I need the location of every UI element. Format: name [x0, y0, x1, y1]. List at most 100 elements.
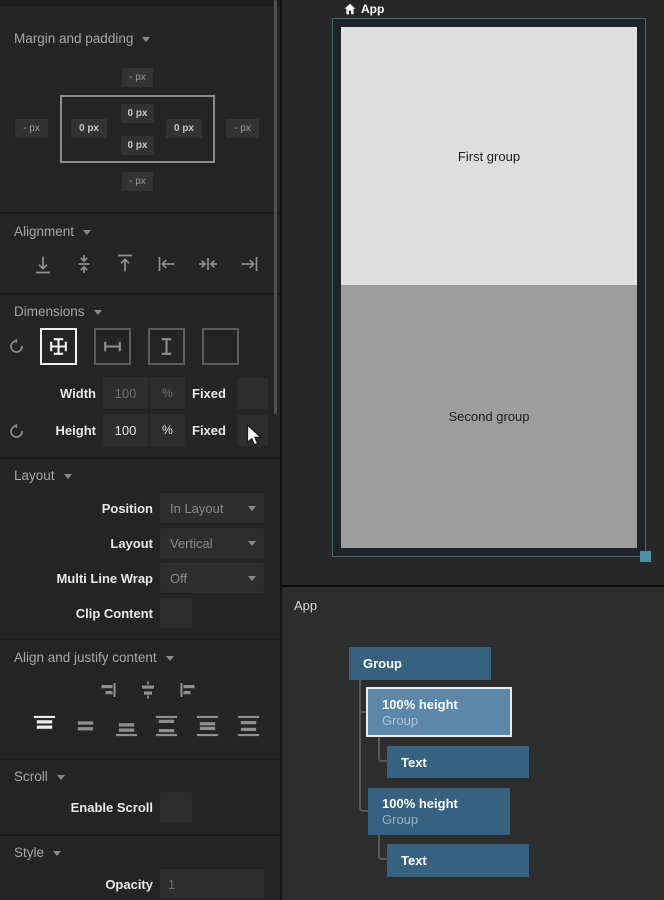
- chevron-down-icon: [64, 474, 72, 479]
- justify-end-icon[interactable]: [114, 714, 139, 738]
- section-header-dimensions[interactable]: Dimensions: [14, 302, 102, 320]
- tree-node-label: Group: [363, 656, 491, 671]
- section-header-alignment[interactable]: Alignment: [14, 222, 91, 240]
- padding-left-field[interactable]: 0 px: [71, 119, 107, 138]
- layout-dropdown[interactable]: Vertical: [160, 528, 264, 558]
- screen-label[interactable]: App: [344, 1, 384, 17]
- tree-node-100-height-group[interactable]: 100% height Group: [368, 788, 510, 835]
- tree-node-label: 100% height: [382, 796, 510, 811]
- height-input[interactable]: [103, 414, 148, 446]
- align-content-right-icon[interactable]: [99, 681, 117, 699]
- opacity-input[interactable]: [160, 869, 264, 899]
- chevron-down-icon: [248, 576, 256, 581]
- app-window: Margin and padding - px - px - px - px 0…: [0, 0, 664, 900]
- tree-node-text[interactable]: Text: [387, 746, 529, 778]
- width-input-group: %: [103, 377, 185, 409]
- section-header-align-justify[interactable]: Align and justify content: [14, 648, 174, 666]
- size-mode-toolbar: [40, 328, 239, 365]
- margin-right-field[interactable]: - px: [226, 119, 259, 138]
- align-right-icon[interactable]: [238, 252, 260, 276]
- position-dropdown[interactable]: In Layout: [160, 493, 264, 523]
- margin-padding-control: - px - px - px - px 0 px 0 px 0 px 0 px: [0, 0, 280, 212]
- padding-right-field[interactable]: 0 px: [166, 119, 202, 138]
- position-value: In Layout: [170, 501, 224, 516]
- multi-line-wrap-dropdown[interactable]: Off: [160, 563, 264, 593]
- align-left-icon[interactable]: [156, 252, 178, 276]
- tree-node-group[interactable]: Group: [349, 647, 491, 680]
- height-fixed-checkbox[interactable]: [237, 415, 268, 446]
- height-fixed-label: Fixed: [192, 423, 226, 438]
- enable-scroll-checkbox[interactable]: [160, 792, 192, 822]
- layout-label: Layout: [0, 536, 153, 551]
- section-title: Style: [14, 845, 44, 860]
- section-title: Align and justify content: [14, 650, 157, 665]
- position-label: Position: [0, 501, 153, 516]
- align-bottom-icon[interactable]: [32, 252, 54, 276]
- padding-bottom-field[interactable]: 0 px: [121, 136, 154, 155]
- align-horizontal-center-icon[interactable]: [197, 252, 219, 276]
- section-title: Dimensions: [14, 304, 85, 319]
- layout-row: Layout Vertical: [0, 528, 280, 558]
- clip-content-label: Clip Content: [0, 606, 153, 621]
- justify-space-around-icon[interactable]: [195, 714, 220, 738]
- margin-bottom-field[interactable]: - px: [122, 172, 153, 191]
- width-fixed-checkbox[interactable]: [237, 378, 268, 409]
- section-header-layout[interactable]: Layout: [14, 466, 72, 484]
- tree-node-label: Text: [401, 755, 529, 770]
- opacity-row: Opacity: [0, 869, 280, 899]
- justify-content-toolbar: [32, 714, 261, 738]
- chevron-down-icon: [57, 775, 65, 780]
- tree-node-100-height-group-selected[interactable]: 100% height Group: [366, 687, 512, 737]
- margin-top-field[interactable]: - px: [122, 68, 153, 87]
- inspector-scrollbar-thumb[interactable]: [274, 0, 277, 414]
- align-content-left-icon[interactable]: [179, 681, 197, 699]
- chevron-down-icon: [166, 656, 174, 661]
- chevron-down-icon: [53, 851, 61, 856]
- tree-node-sublabel: Group: [382, 812, 510, 827]
- chevron-down-icon: [94, 310, 102, 315]
- clip-content-row: Clip Content: [0, 598, 280, 628]
- inspector-panel: Margin and padding - px - px - px - px 0…: [0, 0, 282, 900]
- justify-start-icon[interactable]: [32, 714, 57, 738]
- chevron-down-icon: [83, 230, 91, 235]
- screen-name: App: [361, 2, 384, 16]
- section-header-style[interactable]: Style: [14, 843, 61, 861]
- layout-value: Vertical: [170, 536, 213, 551]
- justify-center-icon[interactable]: [73, 714, 98, 738]
- width-unit-select[interactable]: %: [148, 377, 185, 409]
- align-top-icon[interactable]: [114, 252, 136, 276]
- height-unit-select[interactable]: %: [148, 414, 185, 446]
- size-fill-width-icon[interactable]: [94, 328, 131, 365]
- height-label: Height: [0, 423, 96, 438]
- tree-node-label: Text: [401, 853, 529, 868]
- wrap-row: Multi Line Wrap Off: [0, 563, 280, 593]
- tree-panel: App Group 100% height Group Text 100% he…: [282, 585, 664, 900]
- size-fill-height-icon[interactable]: [148, 328, 185, 365]
- reset-size-mode-icon[interactable]: [8, 338, 25, 355]
- section-header-scroll[interactable]: Scroll: [14, 767, 65, 785]
- padding-top-field[interactable]: 0 px: [121, 104, 154, 123]
- width-label: Width: [0, 386, 96, 401]
- margin-left-field[interactable]: - px: [15, 119, 48, 138]
- chevron-down-icon: [248, 506, 256, 511]
- canvas-resize-handle[interactable]: [640, 551, 651, 562]
- second-group-text: Second group: [449, 409, 530, 424]
- canvas-frame[interactable]: First group Second group: [332, 18, 646, 557]
- clip-content-checkbox[interactable]: [160, 598, 192, 628]
- justify-space-between-icon[interactable]: [154, 714, 179, 738]
- second-group[interactable]: Second group: [341, 285, 637, 548]
- opacity-label: Opacity: [0, 877, 153, 892]
- width-row: Width % Fixed: [0, 377, 280, 409]
- width-input[interactable]: [103, 377, 148, 409]
- first-group[interactable]: First group: [341, 27, 637, 285]
- size-none-icon[interactable]: [202, 328, 239, 365]
- align-content-center-icon[interactable]: [139, 681, 157, 699]
- align-vertical-center-icon[interactable]: [73, 252, 95, 276]
- tree-node-text[interactable]: Text: [387, 844, 529, 877]
- multi-line-wrap-value: Off: [170, 571, 187, 586]
- section-title: Scroll: [14, 769, 48, 784]
- enable-scroll-row: Enable Scroll: [0, 792, 280, 822]
- align-content-toolbar: [99, 681, 197, 699]
- justify-space-evenly-icon[interactable]: [236, 714, 261, 738]
- size-fill-both-icon[interactable]: [40, 328, 77, 365]
